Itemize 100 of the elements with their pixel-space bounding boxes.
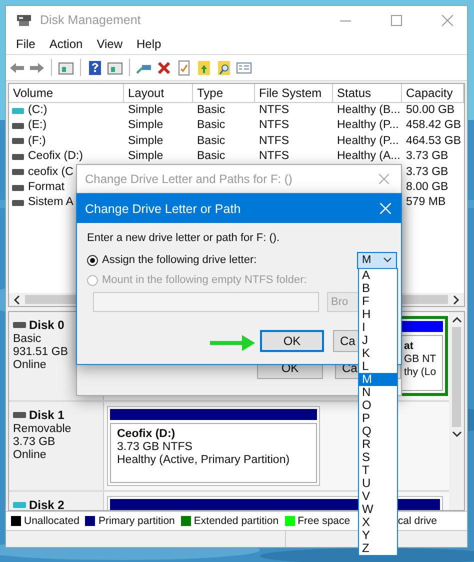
partition-info: GB NT	[404, 353, 438, 365]
table-cell-text: (F:)	[28, 134, 46, 149]
radio-label[interactable]: Assign the following drive letter:	[102, 254, 257, 266]
table-cell-text: Basic	[196, 103, 226, 118]
window-title: Disk Management	[40, 13, 141, 27]
maximize-icon[interactable]	[391, 14, 402, 26]
disk-name: Disk 2	[29, 498, 64, 510]
disk-info: Online	[13, 449, 48, 461]
list-option[interactable]: A	[359, 269, 397, 282]
legend-label: Extended partition	[194, 515, 279, 527]
column-header[interactable]: File System	[255, 84, 333, 102]
chevron-left-icon[interactable]	[13, 294, 21, 304]
table-cell-text: 8.00 GB	[405, 180, 450, 195]
arrow-drawing	[210, 334, 256, 352]
list-option[interactable]: X	[359, 516, 397, 529]
drive-icon	[12, 200, 24, 206]
table-cell-text: Basic	[196, 149, 226, 164]
disk-name: Disk 0	[29, 318, 64, 332]
drive-icon	[13, 322, 26, 328]
dialog-button[interactable]: OK	[260, 330, 324, 352]
vertical-scrollbar[interactable]	[449, 312, 464, 510]
table-cell-text: Simple	[127, 149, 164, 164]
partition-info: 3.73 GB NTFS	[117, 441, 194, 453]
table-cell-text: NTFS	[258, 103, 290, 118]
table-cell-text: Ceofix (D:)	[28, 149, 83, 164]
help-icon[interactable]	[87, 60, 103, 76]
menu-item[interactable]: Help	[130, 37, 168, 51]
table-cell-text: Basic	[196, 134, 226, 149]
partition-info: Healthy (Active, Primary Partition)	[117, 454, 291, 466]
column-header[interactable]: Volume	[9, 84, 124, 102]
list-option[interactable]: B	[359, 282, 397, 295]
disk-info: Basic	[13, 333, 42, 345]
list-option[interactable]: Q	[359, 425, 397, 438]
list-icon[interactable]	[236, 60, 252, 76]
legend-label: cal drive	[398, 515, 437, 527]
list-option[interactable]: Y	[359, 529, 397, 542]
chevron-down-icon	[383, 257, 392, 263]
drive-icon	[12, 123, 24, 130]
list-option[interactable]: R	[359, 438, 397, 451]
disk-management-icon	[16, 13, 32, 27]
table-cell-text: Sistem A	[28, 195, 74, 210]
table-cell-text: NTFS	[258, 134, 290, 149]
dialog-title: Change Drive Letter or Path	[85, 202, 241, 216]
table-cell-text: Healthy (P...	[336, 118, 400, 134]
column-header[interactable]: Capacity	[402, 84, 464, 102]
table-cell-text: 3.73 GB	[405, 149, 450, 164]
table-cell-text: Simple	[127, 103, 164, 118]
column-header[interactable]: Layout	[124, 84, 193, 102]
chevron-right-icon[interactable]	[452, 294, 460, 304]
checklist-icon[interactable]	[176, 60, 192, 76]
folder-icon[interactable]	[196, 60, 212, 76]
radio-button[interactable]	[87, 254, 98, 266]
column-header[interactable]: Type	[193, 84, 255, 102]
drive-letter-select[interactable]: M	[357, 252, 397, 268]
table-cell-text: Simple	[127, 118, 164, 134]
close-icon[interactable]	[379, 174, 389, 184]
list-option[interactable]: P	[359, 412, 397, 425]
chevron-down-icon[interactable]	[452, 430, 462, 438]
list-option[interactable]: S	[359, 451, 397, 464]
table-cell: ceofix (C	[28, 164, 74, 180]
list-option[interactable]: M	[359, 373, 397, 386]
list-option[interactable]: W	[359, 503, 397, 516]
delete-icon[interactable]	[156, 60, 172, 76]
list-option[interactable]: U	[359, 477, 397, 490]
dialog-title: Change Drive Letter and Paths for F: ()	[85, 172, 292, 186]
drive-icon	[13, 502, 26, 508]
table-cell-text: 464.53 GB	[405, 134, 462, 149]
table-cell-text: NTFS	[258, 149, 290, 164]
drive-icon	[12, 169, 24, 176]
list-option[interactable]: O	[359, 399, 397, 412]
list-option[interactable]: Z	[359, 542, 397, 555]
legend-label: Primary partition	[98, 515, 175, 527]
table-cell-text: NTFS	[258, 118, 290, 134]
menu-item[interactable]: View	[90, 37, 130, 51]
drive-icon	[13, 412, 26, 418]
table-cell-text: Basic	[196, 118, 226, 134]
drive-icon	[12, 184, 24, 191]
menu-item[interactable]: Action	[42, 37, 90, 51]
list-option[interactable]: T	[359, 464, 397, 477]
partition-title: at	[404, 340, 414, 352]
disk-info: 931.51 GB	[13, 346, 69, 358]
partition-info: thy (Lo	[404, 366, 438, 378]
drive-icon	[12, 108, 24, 114]
disk-name: Disk 1	[29, 408, 64, 422]
table-cell-text: Healthy (A...	[336, 149, 402, 164]
panel-icon[interactable]	[58, 60, 74, 76]
close-icon[interactable]	[442, 14, 453, 26]
chevron-up-icon[interactable]	[452, 316, 462, 324]
disk-info: 3.73 GB	[13, 436, 56, 448]
partition-block[interactable]: Ceofix (D:) 3.73 GB NTFS Healthy (Active, Primary Partition)	[107, 406, 320, 486]
table-cell-text: Simple	[127, 134, 164, 149]
column-header[interactable]: Status	[333, 84, 402, 102]
table-cell-text: 458.42 GB	[405, 118, 462, 134]
list-option[interactable]: V	[359, 490, 397, 503]
menu-item[interactable]: File	[9, 37, 42, 51]
folder-search-icon[interactable]	[216, 60, 232, 76]
panel-icon[interactable]	[107, 60, 123, 76]
table-cell-text: 3.73 GB	[405, 164, 450, 180]
table-cell-text: Format	[28, 180, 64, 195]
partition-title: Ceofix (D:)	[117, 428, 176, 440]
